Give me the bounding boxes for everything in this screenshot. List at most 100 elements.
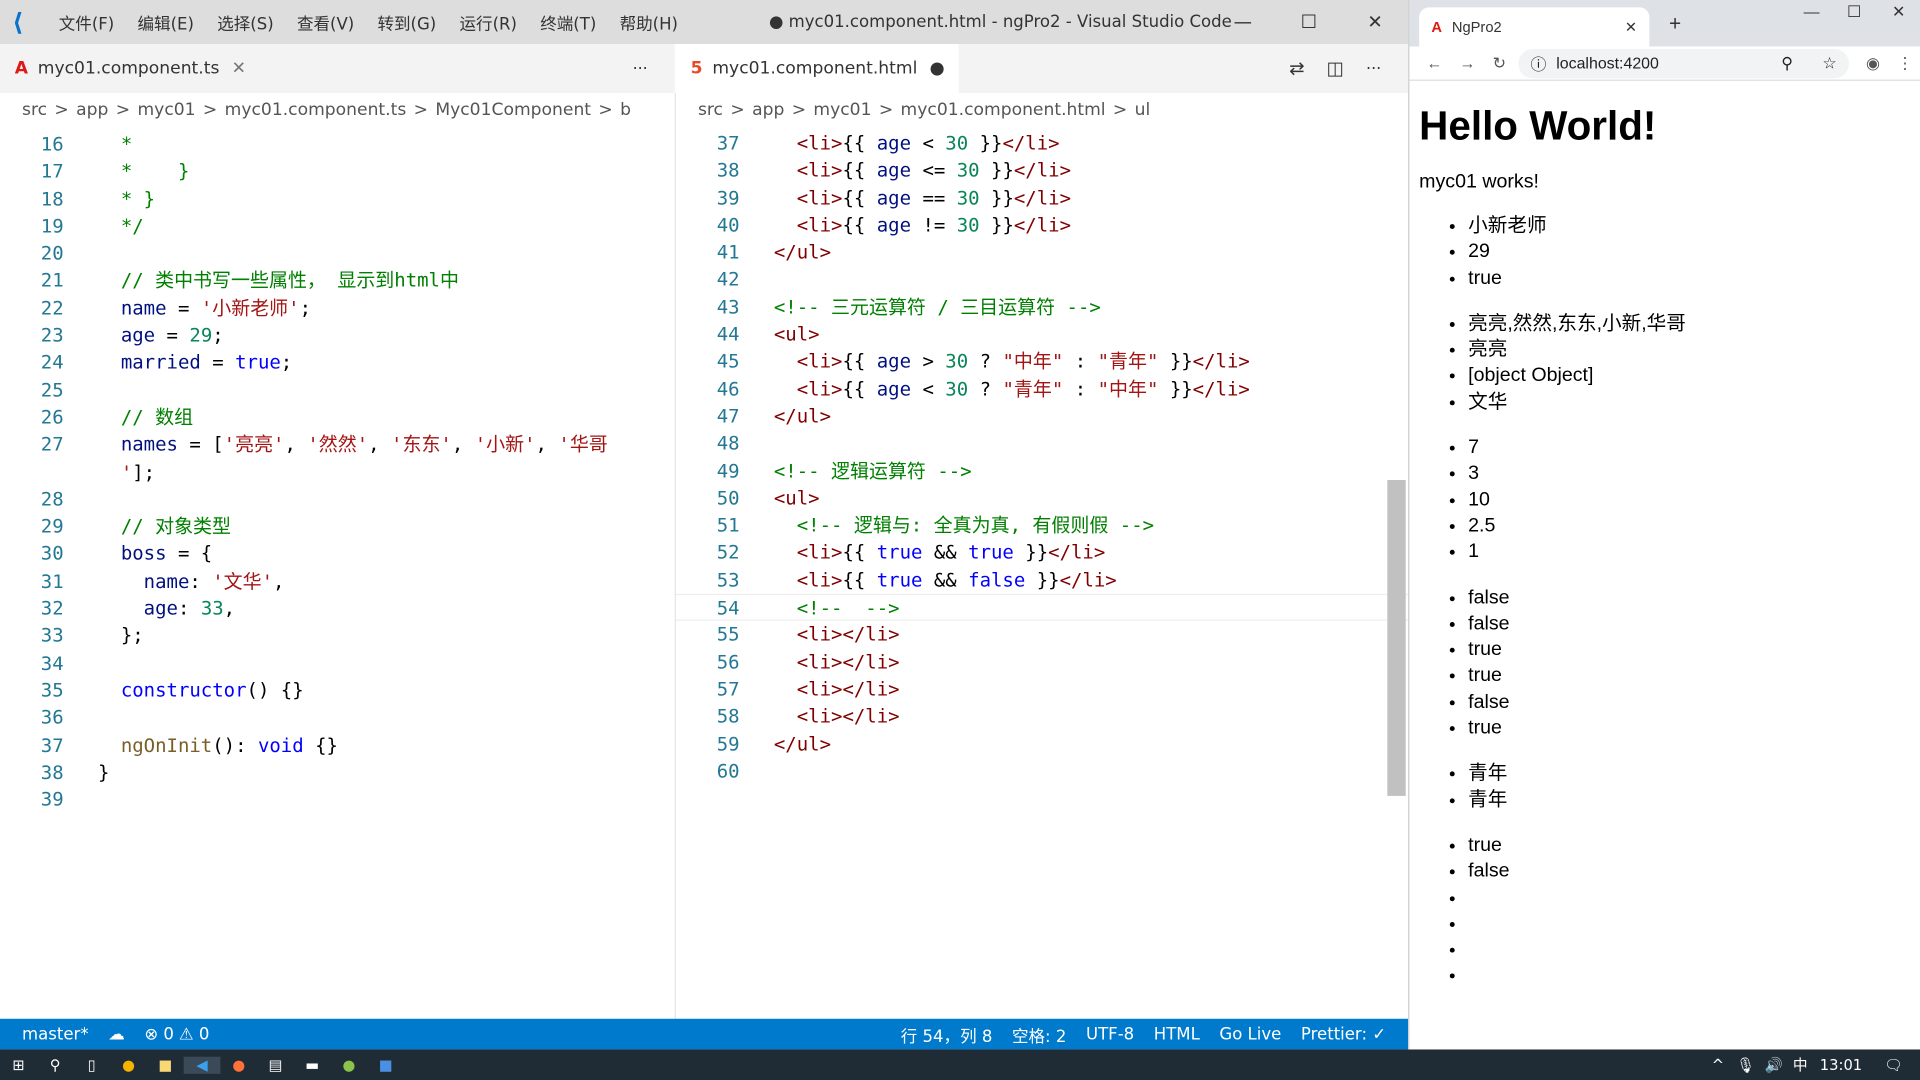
ime-indicator[interactable]: 中 xyxy=(1793,1054,1808,1075)
code-line[interactable]: 43 <!-- 三元运算符 / 三目运算符 --> xyxy=(676,294,1408,321)
indentation[interactable]: 空格: 2 xyxy=(1012,1022,1066,1047)
task-view-icon[interactable]: ▯ xyxy=(73,1056,110,1073)
code-line[interactable]: 48 xyxy=(676,430,1408,457)
code-line[interactable]: 21 // 类中书写一些属性， 显示到html中 xyxy=(0,268,675,295)
tray-up-icon[interactable]: ^ xyxy=(1712,1056,1724,1073)
address-bar[interactable]: ⓘ localhost:4200 ⚲ ☆ xyxy=(1518,48,1849,78)
compare-changes-icon[interactable]: ⇄ xyxy=(1289,58,1304,80)
editor-scrollbar[interactable] xyxy=(1387,480,1406,796)
code-line[interactable]: 34 xyxy=(0,650,675,677)
breadcrumb-item[interactable]: src xyxy=(22,100,47,120)
minimize-button[interactable]: — xyxy=(1210,0,1276,44)
menu-item[interactable]: 文件(F) xyxy=(59,15,114,35)
breadcrumb-item[interactable]: myc01 xyxy=(137,100,195,120)
mic-icon[interactable]: 🎙 xyxy=(1736,1056,1755,1073)
close-window-button[interactable]: ✕ xyxy=(1892,2,1905,22)
more-actions-button[interactable]: ··· xyxy=(633,59,648,77)
editor-divider[interactable] xyxy=(674,93,676,1019)
code-line[interactable]: 16 * xyxy=(0,131,675,158)
clock[interactable]: 13:01 xyxy=(1820,1056,1862,1073)
code-line[interactable]: 33 }; xyxy=(0,622,675,649)
notification-icon[interactable]: 🗨 xyxy=(1884,1056,1903,1073)
code-line[interactable]: 38} xyxy=(0,759,675,786)
unsaved-dot-icon[interactable]: ● xyxy=(930,59,945,79)
code-line[interactable]: 60 xyxy=(676,758,1408,785)
code-line[interactable]: 17 * } xyxy=(0,158,675,185)
maximize-button[interactable]: ☐ xyxy=(1847,2,1861,22)
code-line[interactable]: 35 constructor() {} xyxy=(0,677,675,704)
menu-item[interactable]: 编辑(E) xyxy=(138,15,194,35)
profile-icon[interactable]: ◉ xyxy=(1866,53,1880,73)
code-line[interactable]: 29 // 对象类型 xyxy=(0,513,675,540)
new-tab-button[interactable]: + xyxy=(1669,12,1681,36)
code-line[interactable]: ']; xyxy=(0,459,675,486)
back-icon[interactable]: ← xyxy=(1427,54,1443,72)
code-line[interactable]: 45 <li>{{ age > 30 ? "中年" : "青年" }}</li> xyxy=(676,348,1408,375)
breadcrumb-item[interactable]: Myc01Component xyxy=(435,100,591,120)
code-line[interactable]: 27 names = ['亮亮', '然然', '东东', '小新', '华哥 xyxy=(0,431,675,458)
maximize-button[interactable]: ☐ xyxy=(1276,0,1342,44)
editor-right[interactable]: 37 <li>{{ age < 30 }}</li> 38 <li>{{ age … xyxy=(675,129,1409,1019)
code-line[interactable]: 57 <li></li> xyxy=(676,676,1408,703)
cursor-position[interactable]: 行 54，列 8 xyxy=(901,1022,993,1047)
code-line[interactable]: 31 name: '文华', xyxy=(0,568,675,595)
search-icon[interactable]: ⚲ xyxy=(37,1056,74,1073)
menu-item[interactable]: 查看(V) xyxy=(297,15,354,35)
breadcrumb-item[interactable]: myc01.component.html xyxy=(901,100,1106,120)
code-line[interactable]: 52 <li>{{ true && true }}</li> xyxy=(676,539,1408,566)
code-line[interactable]: 39 xyxy=(0,786,675,813)
menu-item[interactable]: 终端(T) xyxy=(540,15,596,35)
browser-tab[interactable]: A NgPro2 ✕ xyxy=(1419,7,1650,47)
code-line[interactable]: 56 <li></li> xyxy=(676,649,1408,676)
app-icon[interactable]: ● xyxy=(331,1056,368,1073)
bookmark-star-icon[interactable]: ☆ xyxy=(1822,53,1836,73)
menu-item[interactable]: 运行(R) xyxy=(460,15,517,35)
warnings-count[interactable]: ⚠ 0 xyxy=(179,1024,210,1044)
volume-icon[interactable]: 🔊 xyxy=(1765,1056,1783,1073)
code-line[interactable]: 18 * } xyxy=(0,186,675,213)
code-line[interactable]: 37 ngOnInit(): void {} xyxy=(0,732,675,759)
code-line[interactable]: 22 name = '小新老师'; xyxy=(0,295,675,322)
breadcrumb-item[interactable]: ul xyxy=(1135,100,1151,120)
close-window-button[interactable]: ✕ xyxy=(1342,0,1408,44)
code-line[interactable]: 49 <!-- 逻辑运算符 --> xyxy=(676,457,1408,484)
code-line[interactable]: 59 </ul> xyxy=(676,730,1408,757)
code-line[interactable]: 38 <li>{{ age <= 30 }}</li> xyxy=(676,157,1408,184)
code-line[interactable]: 50 <ul> xyxy=(676,485,1408,512)
branch-indicator[interactable]: master* xyxy=(22,1024,89,1044)
menu-item[interactable]: 选择(S) xyxy=(217,15,273,35)
code-line[interactable]: 24 married = true; xyxy=(0,349,675,376)
vscode-taskbar-icon[interactable]: ◀ xyxy=(183,1056,221,1074)
encoding[interactable]: UTF-8 xyxy=(1086,1024,1134,1044)
code-line[interactable]: 32 age: 33, xyxy=(0,595,675,622)
split-editor-icon[interactable]: ◫ xyxy=(1327,58,1344,80)
go-live-button[interactable]: Go Live xyxy=(1219,1024,1281,1044)
code-line[interactable]: 40 <li>{{ age != 30 }}</li> xyxy=(676,212,1408,239)
close-tab-icon[interactable]: ✕ xyxy=(232,59,246,79)
minimize-button[interactable]: — xyxy=(1804,2,1820,20)
code-line[interactable]: 42 xyxy=(676,266,1408,293)
windows-start-icon[interactable]: ⊞ xyxy=(0,1056,37,1073)
app-icon[interactable]: ■ xyxy=(367,1056,404,1073)
language-mode[interactable]: HTML xyxy=(1154,1024,1200,1044)
code-line[interactable]: 37 <li>{{ age < 30 }}</li> xyxy=(676,130,1408,157)
chrome-icon[interactable]: ● xyxy=(110,1056,147,1073)
code-line[interactable]: 26 // 数组 xyxy=(0,404,675,431)
code-line[interactable]: 36 xyxy=(0,704,675,731)
prettier-status[interactable]: Prettier: ✓ xyxy=(1301,1024,1386,1044)
code-line[interactable]: 47 </ul> xyxy=(676,403,1408,430)
editor-left[interactable]: 16 * 17 * } 18 * } 19 */20 21 // 类中书写一些属性， 显… xyxy=(0,131,675,1019)
code-line[interactable]: 51 <!-- 逻辑与: 全真为真, 有假则假 --> xyxy=(676,512,1408,539)
more-actions-button[interactable]: ··· xyxy=(1366,59,1381,77)
zoom-icon[interactable]: ⚲ xyxy=(1781,53,1793,73)
browser-menu-icon[interactable]: ⋮ xyxy=(1897,53,1913,73)
close-tab-icon[interactable]: ✕ xyxy=(1625,18,1637,35)
code-line[interactable]: 28 xyxy=(0,486,675,513)
code-line[interactable]: 58 <li></li> xyxy=(676,703,1408,730)
breadcrumb-item[interactable]: app xyxy=(752,100,784,120)
code-line[interactable]: 19 */ xyxy=(0,213,675,240)
breadcrumb-item[interactable]: src xyxy=(698,100,723,120)
forward-icon[interactable]: → xyxy=(1460,54,1476,72)
code-line[interactable]: 41 </ul> xyxy=(676,239,1408,266)
breadcrumb-item[interactable]: myc01 xyxy=(813,100,871,120)
